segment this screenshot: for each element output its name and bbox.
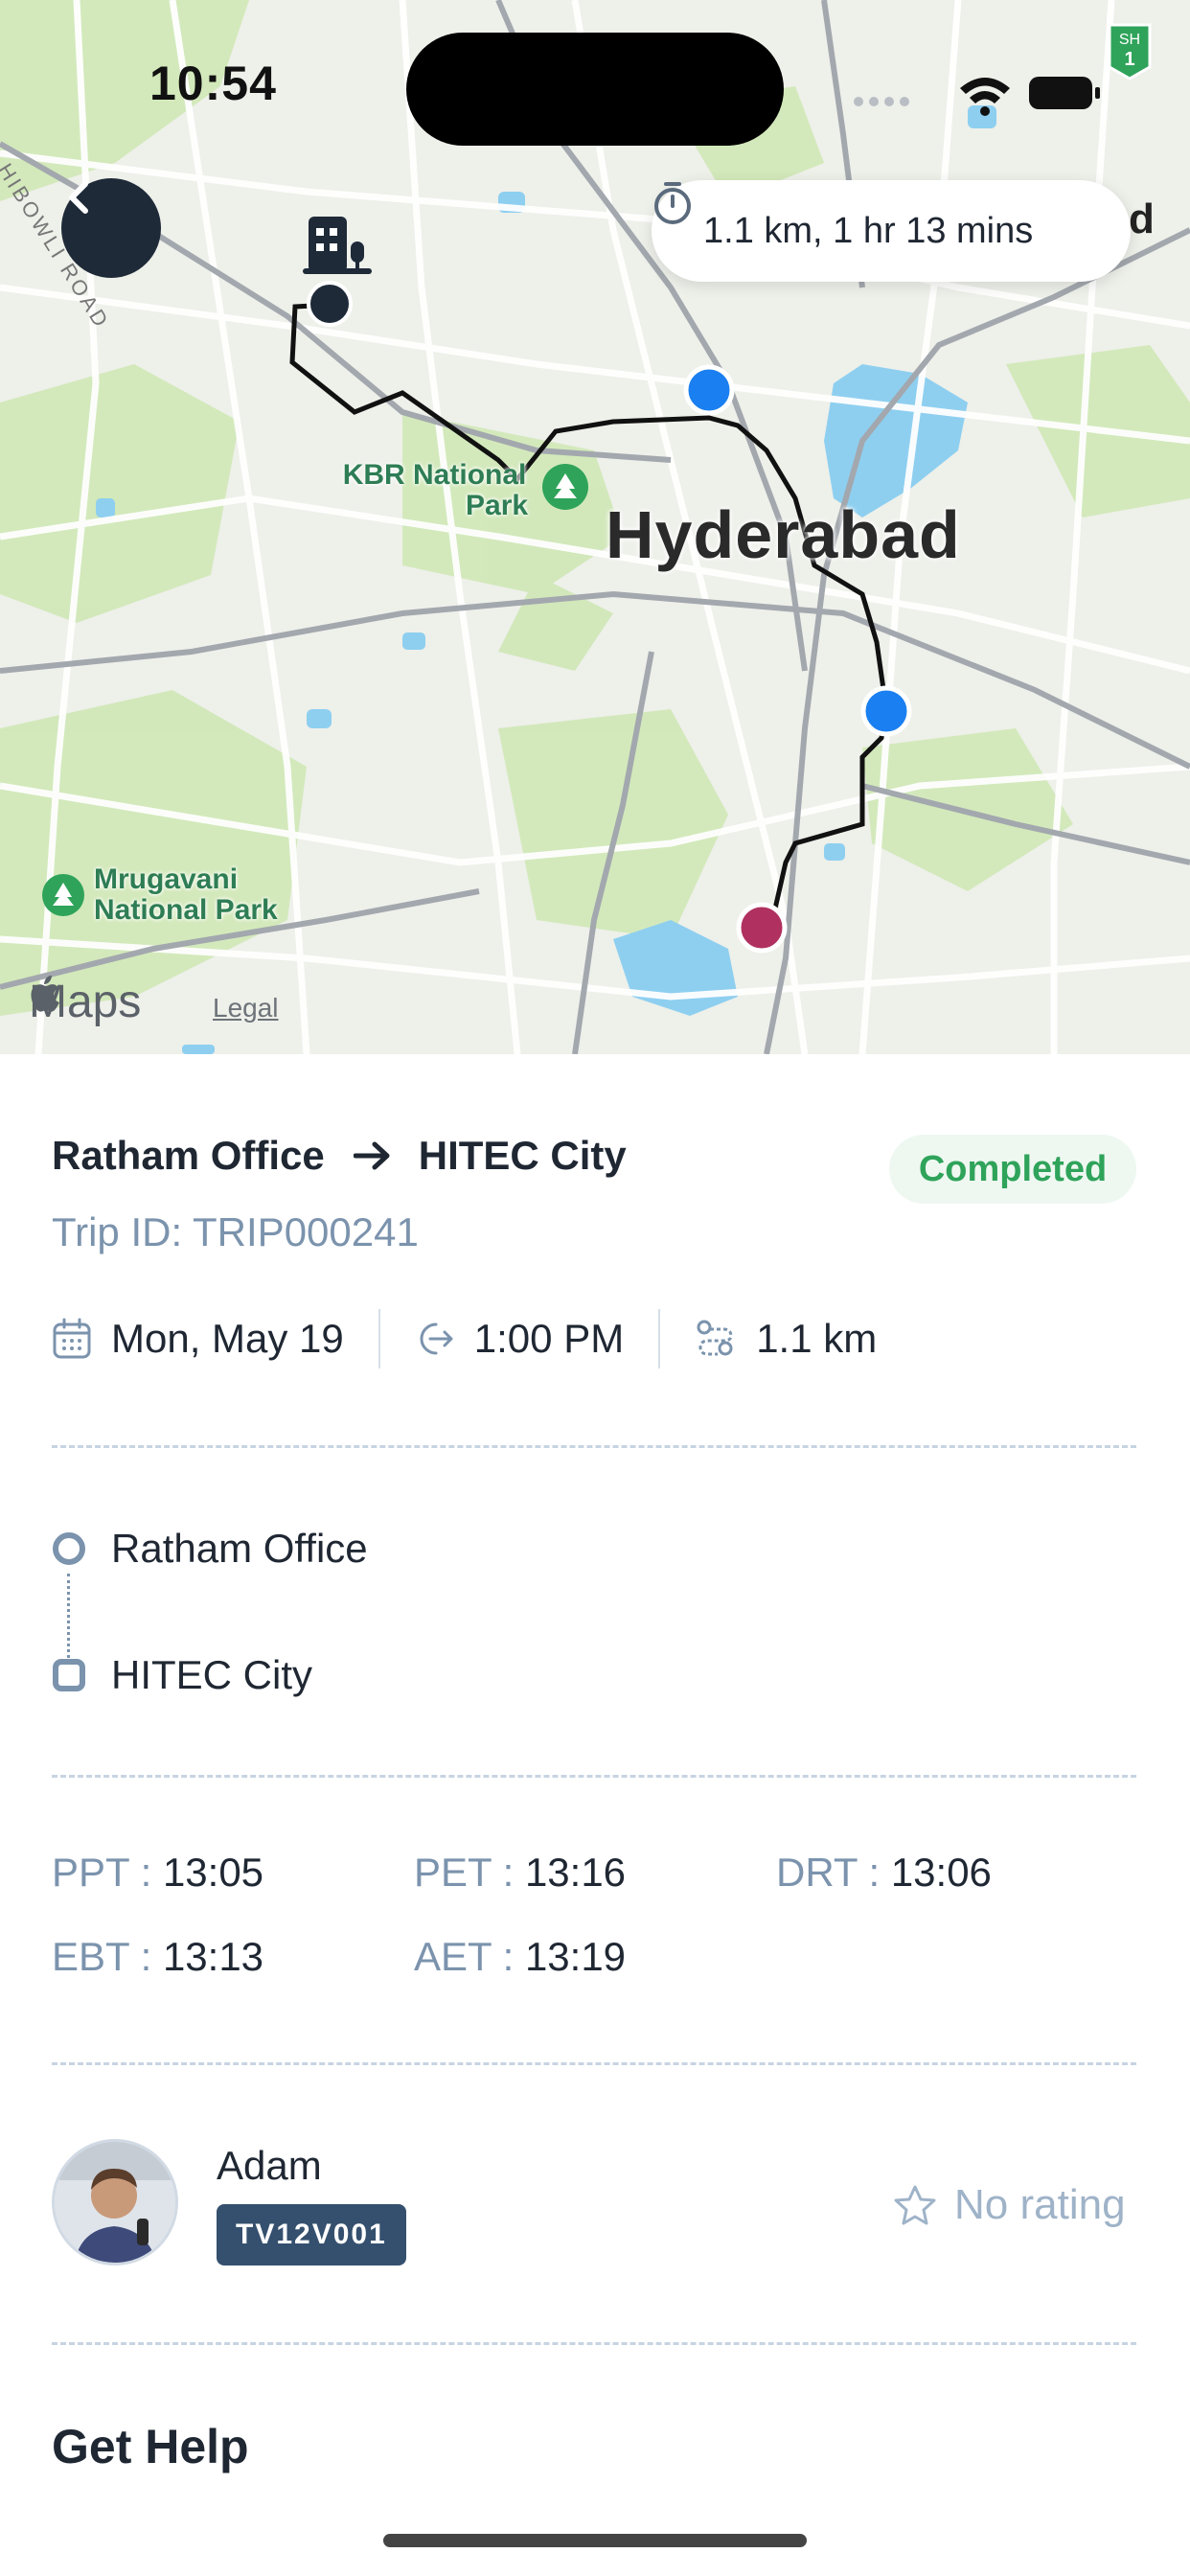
dynamic-island [406,33,784,146]
trip-meta-row: Mon, May 19 1:00 PM 1.1 km [52,1309,877,1368]
arrow-right-icon [353,1141,390,1170]
battery-icon [1029,77,1100,109]
eta-pill: 1.1 km, 1 hr 13 mins [652,180,1131,282]
waypoint-marker [683,364,735,416]
timing-drt: DRT : 13:06 [776,1850,992,1895]
park-label-kbr: KBR National Park [342,459,529,521]
cellular-icon [854,97,909,106]
svg-text:1: 1 [1124,49,1134,70]
map-city-label: Hyderabad [606,497,961,572]
avatar [52,2139,178,2266]
status-badge: Completed [889,1135,1136,1204]
pickup-stop: Ratham Office [52,1526,368,1572]
pickup-circle-icon [53,1532,85,1565]
highway-shield-icon: SH 1 [1108,23,1152,80]
home-indicator[interactable] [383,2534,807,2547]
get-help-heading[interactable]: Get Help [52,2419,249,2474]
maps-brand: Maps [29,976,142,1027]
drop-stop: HITEC City [52,1652,312,1698]
legal-link[interactable]: Legal [213,993,279,1024]
drop-square-icon [53,1659,85,1691]
driver-rating[interactable]: No rating [893,2181,1126,2229]
svg-text:SH: SH [1119,32,1140,48]
section-divider [52,2342,1136,2345]
start-marker [307,281,353,327]
route-from: Ratham Office [52,1133,325,1178]
waypoint-marker [860,685,912,737]
route-title: Ratham Office HITEC City [52,1133,627,1179]
stopwatch-icon [654,182,691,224]
section-divider [52,1445,1136,1448]
timing-ppt: PPT : 13:05 [52,1850,264,1895]
eta-text: 1.1 km, 1 hr 13 mins [703,210,1034,251]
driver-photo [55,2142,175,2263]
trip-distance: 1.1 km [695,1316,877,1362]
driver-name: Adam [217,2143,322,2188]
apple-logo-icon [31,976,59,1012]
departure-icon [415,1319,455,1359]
timing-pet: PET : 13:16 [414,1850,627,1895]
star-icon [893,2184,937,2226]
calendar-icon [52,1318,92,1360]
vehicle-plate-badge: TV12V001 [217,2204,406,2266]
status-bar-time: 10:54 [149,57,277,110]
divider [378,1309,380,1368]
wifi-icon [960,78,1010,116]
trip-date: Mon, May 19 [52,1316,344,1362]
park-label-mrugavani: Mrugavani National Park [94,863,278,926]
park-tree-icon [42,874,84,916]
office-building-icon [303,217,372,274]
section-divider [52,2062,1136,2065]
divider [658,1309,661,1368]
timing-aet: AET : 13:19 [414,1934,627,1979]
end-marker [736,902,788,954]
route-distance-icon [695,1318,737,1360]
section-divider [52,1775,1136,1778]
trip-time: 1:00 PM [415,1316,624,1362]
back-button[interactable] [61,178,161,278]
route-to: HITEC City [418,1133,627,1178]
route-map[interactable]: SH 1 HIBOWLI ROAD KBR National Park Mrug… [0,0,1190,1054]
chevron-left-icon [69,181,88,214]
trip-id: Trip ID: TRIP000241 [52,1209,419,1254]
park-tree-icon [542,464,588,510]
map-label-partial: d [1129,196,1155,242]
stop-connector [67,1574,70,1658]
timing-ebt: EBT : 13:13 [52,1934,264,1979]
